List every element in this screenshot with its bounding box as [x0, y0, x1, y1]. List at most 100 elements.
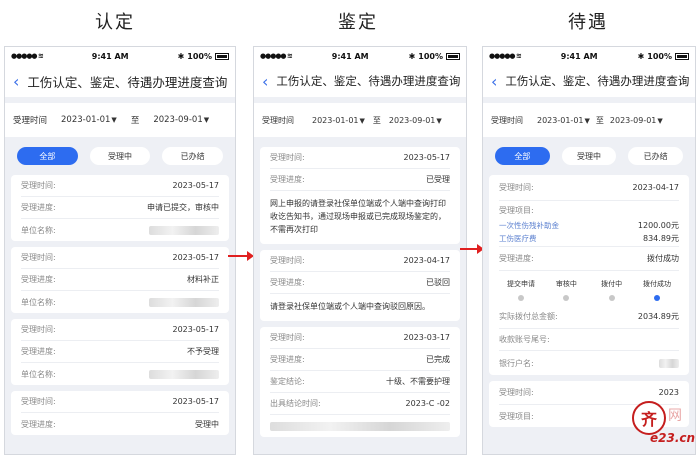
filter-sep: 至: [372, 115, 381, 125]
tab-processing[interactable]: 受理中: [561, 147, 617, 165]
record-row: 受理进度: 申请已提交，审核中: [21, 197, 219, 219]
status-time: 9:41 AM: [560, 51, 598, 61]
battery-text: 100%: [187, 51, 212, 61]
record-row: 鉴定结论: 十级、不需要护理: [270, 371, 450, 393]
date-filter: 受理时间 2023-01-01▼ 至 2023-09-01▼: [483, 103, 695, 137]
nav-bar: ‹ 工伤认定、鉴定、待遇办理进度查询: [483, 65, 695, 97]
caret-down-icon: ▼: [584, 116, 590, 125]
filter-label: 受理时间: [491, 115, 523, 125]
record-row: 出具结论时间: 2023-C -02: [270, 393, 450, 415]
phone-appraisal: ●●●●● ≋ 9:41 AM ✱ 100% ‹ 工伤认定、鉴定、待遇办理进度查询…: [253, 46, 467, 455]
record-row: 受理时间: 2023-03-17: [270, 327, 450, 349]
site-logo: 齐 网 e23.cn: [632, 401, 696, 451]
record-row: 受理时间: 2023-04-17: [270, 250, 450, 272]
progress-steps: 提交申请 审核中 拨付中 拨付成功: [499, 271, 679, 305]
progress-step: 拨付成功: [637, 279, 677, 301]
record-note: 请登录社保单位端或个人端中查询驳回原因。: [270, 302, 430, 311]
step-dot: [563, 295, 570, 301]
seal-icon: 齐: [632, 401, 666, 435]
end-date-select[interactable]: 2023-09-01▼: [610, 116, 663, 125]
record-card[interactable]: 受理时间: 2023-04-17 受理进度: 已驳回 请登录社保单位端或个人端中查询…: [260, 250, 460, 321]
record-row: 受理进度: 材料补正: [21, 269, 219, 291]
step-dot: [518, 295, 524, 301]
watermark-text: 网: [668, 408, 682, 424]
redacted-text: [149, 225, 219, 235]
start-date-select[interactable]: 2023-01-01▼: [537, 116, 590, 125]
page-title: 工伤认定、鉴定、待遇办理进度查询: [27, 74, 228, 90]
record-row: 受理进度: 受理中: [21, 419, 219, 429]
record-row: 受理进度: 已受理: [270, 169, 450, 191]
caption-recognition: 认定: [95, 12, 135, 33]
record-card[interactable]: 受理时间: 2023-04-17 受理项目: 一次性伤残补助金 1200.00元 工…: [489, 175, 689, 375]
nav-bar: ‹ 工伤认定、鉴定、待遇办理进度查询: [5, 65, 235, 97]
record-note: 网上申报的请登录社保单位端或个人端中查询打印收讫告知书，通过现场申报或已完成现场…: [270, 199, 446, 234]
caret-down-icon: ▼: [657, 116, 663, 125]
tab-bar: 全部 受理中 已办结: [5, 137, 235, 169]
redacted-text: [149, 369, 219, 379]
back-icon[interactable]: ‹: [13, 72, 19, 91]
record-card[interactable]: 受理时间: 2023-05-17 受理进度: 材料补正 单位名称:: [11, 247, 229, 313]
record-card[interactable]: 受理时间: 2023-05-17 受理进度: 已受理 网上申报的请登录社保单位端或个…: [260, 147, 460, 244]
page: 认定 鉴定 待遇 ●●●●● ≋ 9:41 AM ✱ 100% ‹ 工伤认定、鉴定…: [0, 0, 700, 455]
battery-icon: [445, 52, 460, 60]
record-row: 单位名称:: [21, 291, 219, 313]
bluetooth-icon: ✱: [177, 51, 185, 61]
bluetooth-icon: ✱: [637, 51, 645, 61]
step-dot-current: [653, 295, 660, 301]
record-row: 受理时间: 2023-05-17: [21, 247, 219, 269]
battery-icon: [674, 52, 689, 60]
battery-text: 100%: [418, 51, 443, 61]
progress-step: 拨付中: [592, 279, 632, 301]
status-time: 9:41 AM: [91, 51, 129, 61]
battery-text: 100%: [647, 51, 672, 61]
record-row: 单位名称:: [21, 219, 219, 241]
filter-sep: 至: [595, 115, 604, 125]
benefit-item: 一次性伤残补助金 1200.00元: [499, 220, 679, 230]
tab-all[interactable]: 全部: [17, 147, 78, 165]
tab-processing[interactable]: 受理中: [89, 147, 151, 165]
record-card[interactable]: 受理时间: 2023-05-17 受理进度: 受理中: [11, 391, 229, 435]
record-row: [270, 415, 450, 437]
battery-icon: [214, 52, 229, 60]
record-card[interactable]: 受理时间: 2023-05-17 受理进度: 不予受理 单位名称:: [11, 319, 229, 385]
status-time: 9:41 AM: [331, 51, 369, 61]
phone-recognition: ●●●●● ≋ 9:41 AM ✱ 100% ‹ 工伤认定、鉴定、待遇办理进度查询…: [4, 46, 236, 455]
progress-step: 审核中: [546, 279, 586, 301]
start-date-select[interactable]: 2023-01-01▼: [312, 116, 365, 125]
redacted-text: [270, 421, 450, 431]
benefit-item: 工伤医疗费 834.89元: [499, 231, 679, 247]
record-row: 受理时间: 2023-04-17: [499, 175, 679, 201]
tab-all[interactable]: 全部: [495, 147, 550, 165]
tab-completed[interactable]: 已办结: [628, 147, 684, 165]
back-icon[interactable]: ‹: [491, 72, 497, 91]
back-icon[interactable]: ‹: [262, 72, 268, 91]
record-row: 受理进度: 不予受理: [21, 341, 219, 363]
caption-benefits: 待遇: [568, 12, 608, 33]
caret-down-icon: ▼: [436, 116, 442, 125]
end-date-select[interactable]: 2023-09-01▼: [153, 115, 209, 125]
brand-text: e23.cn: [650, 431, 696, 445]
record-row: 受理项目:: [499, 205, 534, 215]
record-row: 受理时间: 2023-05-17: [21, 175, 219, 197]
filter-sep: 至: [130, 116, 140, 126]
record-row: 银行户名:: [499, 351, 679, 375]
caret-down-icon: ▼: [359, 116, 365, 125]
signal-icon: ●●●●● ≋: [489, 52, 522, 60]
record-row: 受理时间: 2023-05-17: [21, 391, 219, 413]
record-row: 收款账号尾号:: [499, 329, 679, 351]
caption-appraisal: 鉴定: [338, 12, 378, 33]
end-date-select[interactable]: 2023-09-01▼: [389, 116, 442, 125]
page-title: 工伤认定、鉴定、待遇办理进度查询: [505, 74, 690, 88]
page-title: 工伤认定、鉴定、待遇办理进度查询: [276, 74, 461, 88]
start-date-select[interactable]: 2023-01-01▼: [61, 115, 117, 125]
record-row: 受理时间: 2023-05-17: [270, 147, 450, 169]
redacted-text: [659, 358, 679, 368]
record-card[interactable]: 受理时间: 2023-03-17 受理进度: 已完成 鉴定结论: 十级、不需要护理 出…: [260, 327, 460, 437]
record-card[interactable]: 受理时间: 2023-05-17 受理进度: 申请已提交，审核中 单位名称:: [11, 175, 229, 241]
step-dot: [608, 295, 615, 301]
date-filter: 受理时间 2023-01-01▼ 至 2023-09-01▼: [5, 103, 235, 137]
progress-step: 提交申请: [501, 279, 541, 301]
phone-benefits: ●●●●● ≋ 9:41 AM ✱ 100% ‹ 工伤认定、鉴定、待遇办理进度查询…: [482, 46, 696, 455]
filter-label: 受理时间: [262, 115, 294, 125]
tab-completed[interactable]: 已办结: [162, 147, 224, 165]
